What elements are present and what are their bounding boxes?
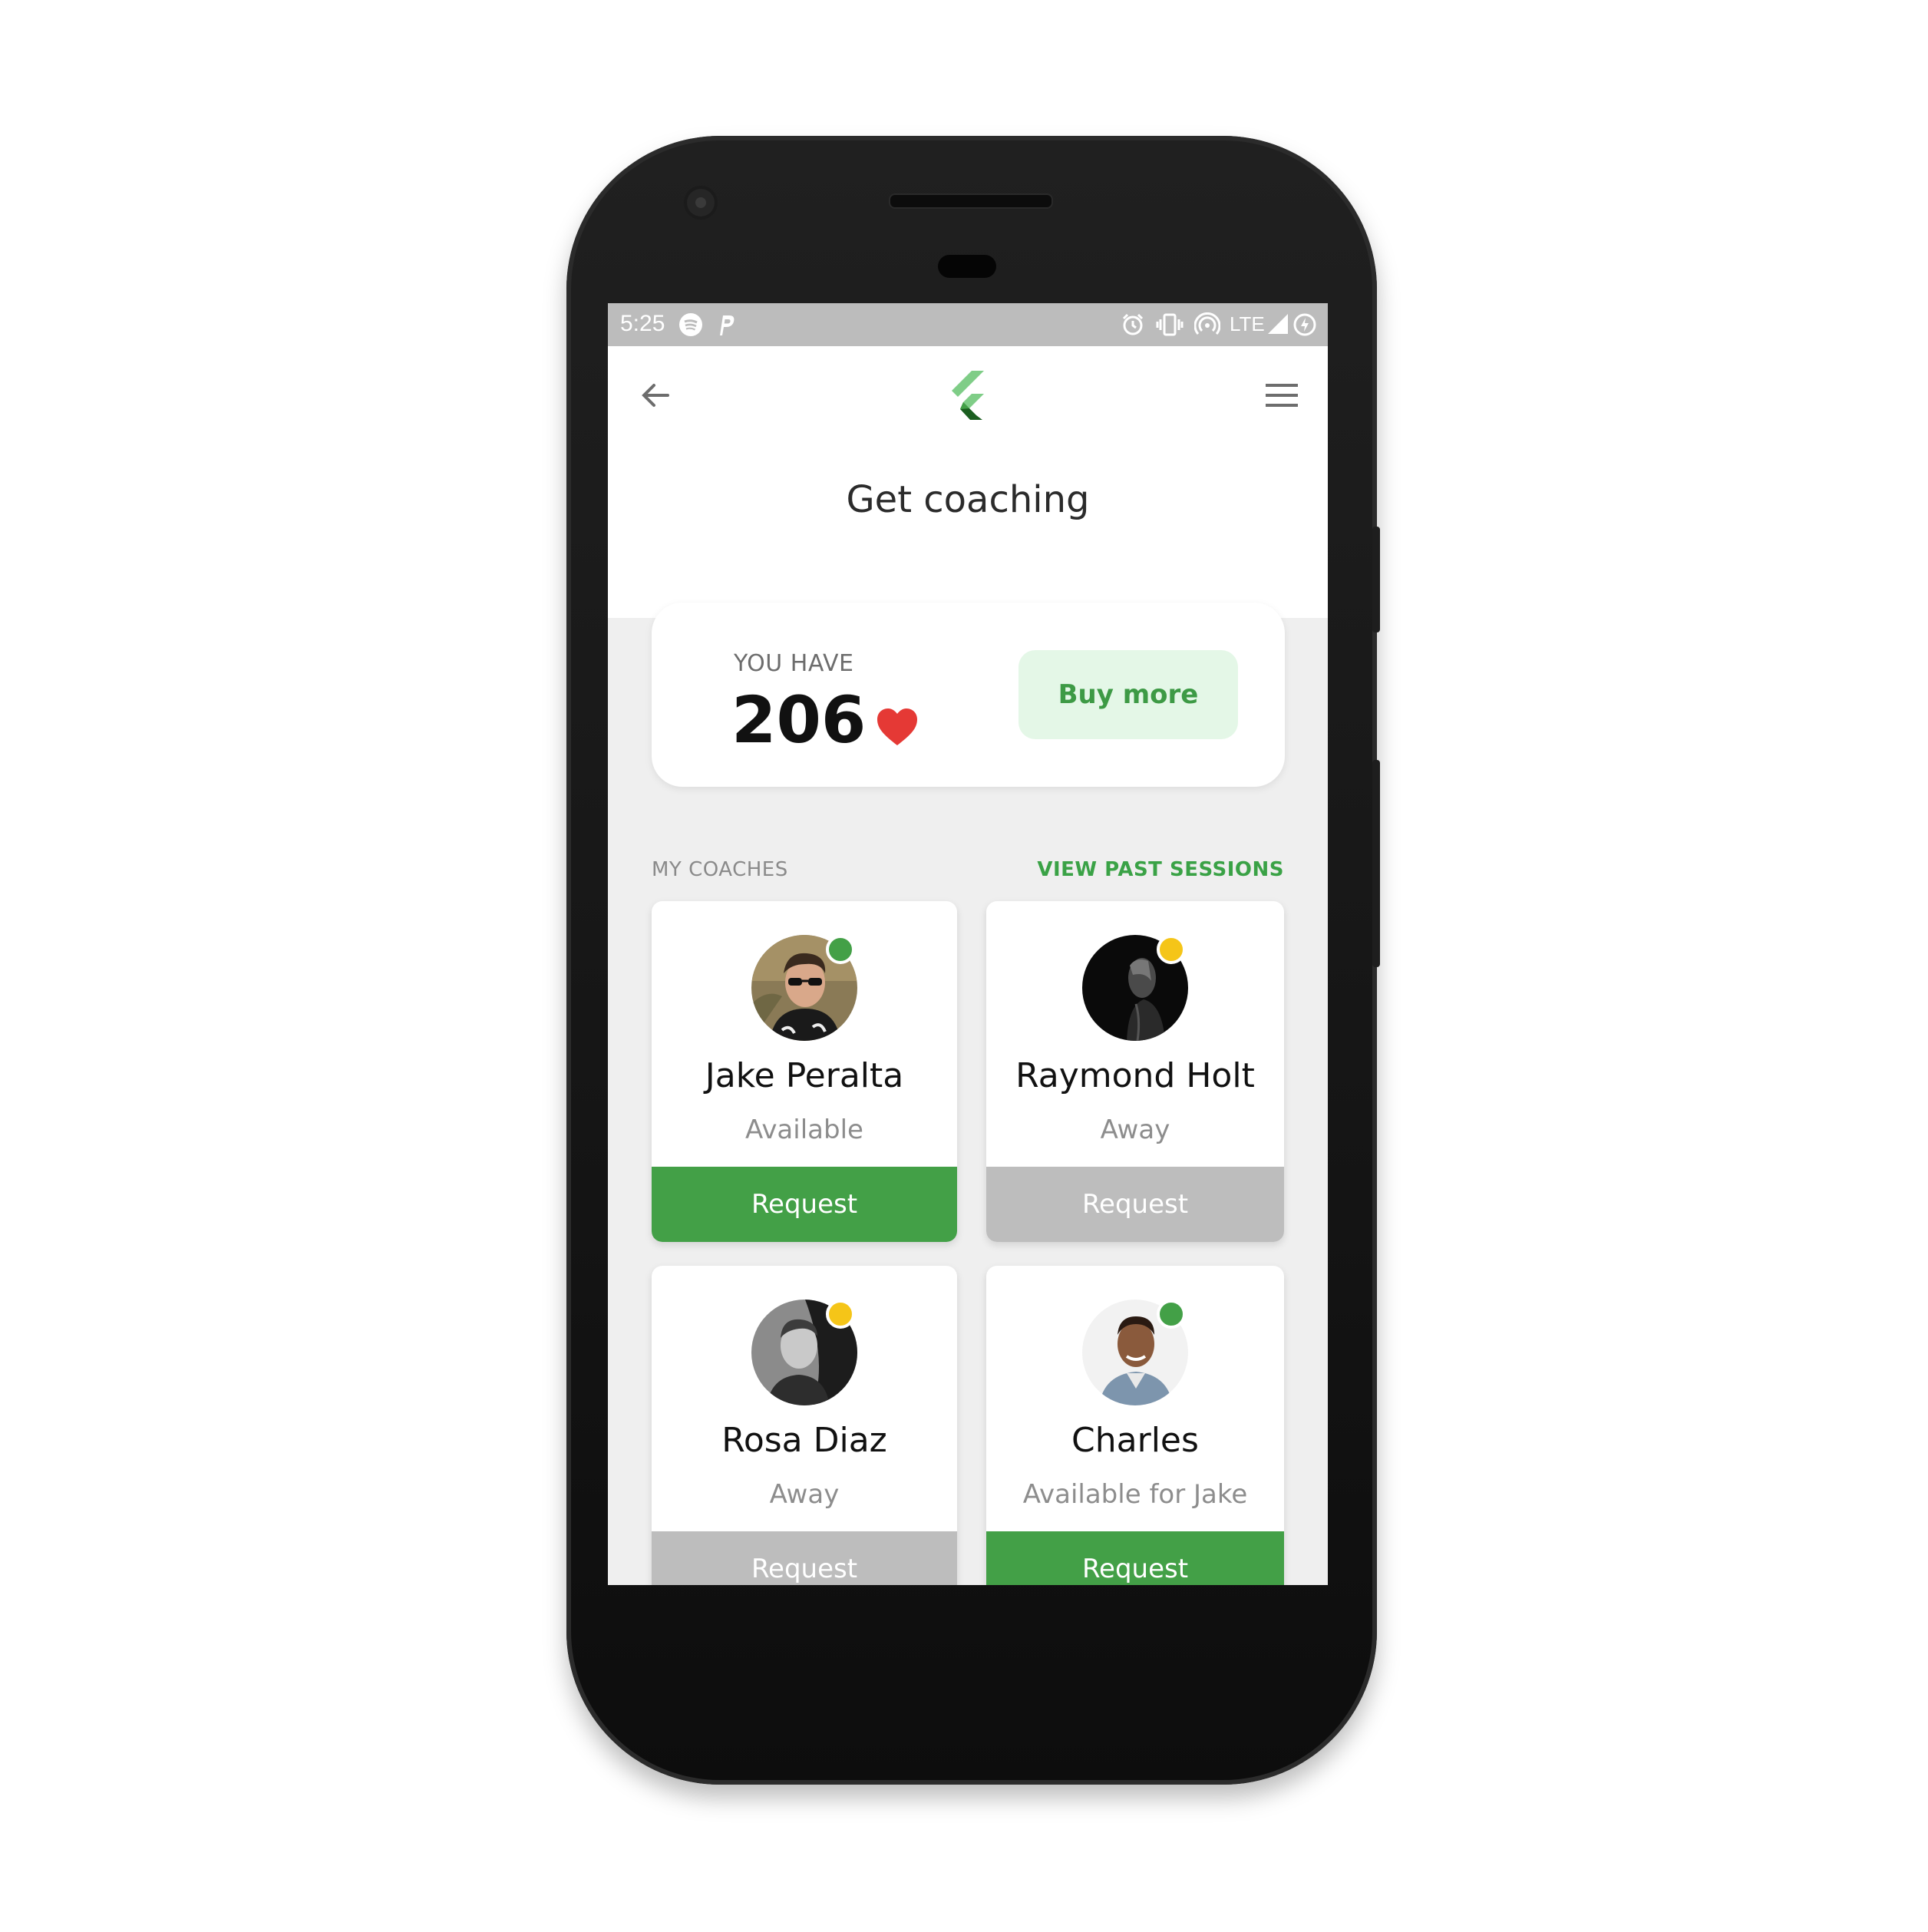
- page-title: Get coaching: [846, 478, 1090, 521]
- request-button[interactable]: Request: [986, 1167, 1284, 1242]
- status-dot-online: [826, 935, 855, 964]
- app-screen: 5:25 LTE Get coaching YOU HAVE 206 Buy m…: [608, 303, 1328, 1585]
- front-camera: [687, 189, 715, 216]
- request-button[interactable]: Request: [986, 1531, 1284, 1585]
- coach-card-jake: Jake Peralta Available Request: [652, 901, 957, 1242]
- status-bar: 5:25 LTE: [608, 303, 1328, 346]
- coach-status: Available for Jake: [1022, 1479, 1248, 1510]
- hotspot-icon: [1194, 312, 1220, 335]
- battery-saver-icon: [1293, 313, 1316, 336]
- credits-label: YOU HAVE: [734, 650, 854, 677]
- vibrate-icon: [1156, 313, 1184, 336]
- section-title: MY COACHES: [652, 858, 788, 881]
- coach-name: Raymond Holt: [1015, 1056, 1255, 1095]
- spotify-icon: [679, 313, 702, 336]
- coach-card-charles: Charles Available for Jake Request: [986, 1266, 1284, 1585]
- coach-status: Away: [769, 1479, 840, 1510]
- coach-card-rosa: Rosa Diaz Away Request: [652, 1266, 957, 1585]
- coach-status: Available: [745, 1115, 863, 1145]
- proximity-sensor: [938, 255, 996, 278]
- parking-icon: [720, 315, 735, 335]
- heart-icon: [877, 708, 917, 745]
- status-dot-away: [1157, 935, 1186, 964]
- coach-name: Jake Peralta: [705, 1056, 904, 1095]
- alarm-icon: [1122, 313, 1144, 335]
- coach-status: Away: [1100, 1115, 1170, 1145]
- coach-name: Charles: [1071, 1421, 1199, 1460]
- coach-card-raymond: Raymond Holt Away Request: [986, 901, 1284, 1242]
- flutter-logo-icon: [952, 371, 984, 420]
- power-button: [1372, 527, 1380, 632]
- status-time: 5:25: [620, 311, 665, 336]
- request-button[interactable]: Request: [652, 1531, 957, 1585]
- network-type: LTE: [1230, 312, 1265, 335]
- credits-value: 206: [731, 682, 867, 758]
- status-dot-away: [826, 1300, 855, 1329]
- credits-card: YOU HAVE 206 Buy more: [652, 603, 1285, 787]
- hamburger-menu-icon[interactable]: [1264, 381, 1299, 409]
- volume-button: [1372, 760, 1380, 967]
- buy-more-button[interactable]: Buy more: [1018, 650, 1238, 739]
- status-dot-online: [1157, 1300, 1186, 1329]
- arrow-left-icon[interactable]: [637, 377, 674, 414]
- coach-name: Rosa Diaz: [721, 1421, 887, 1460]
- signal-icon: [1268, 314, 1288, 334]
- request-button[interactable]: Request: [652, 1167, 957, 1242]
- earpiece-speaker: [889, 193, 1053, 209]
- view-past-sessions-link[interactable]: VIEW PAST SESSIONS: [1037, 858, 1284, 881]
